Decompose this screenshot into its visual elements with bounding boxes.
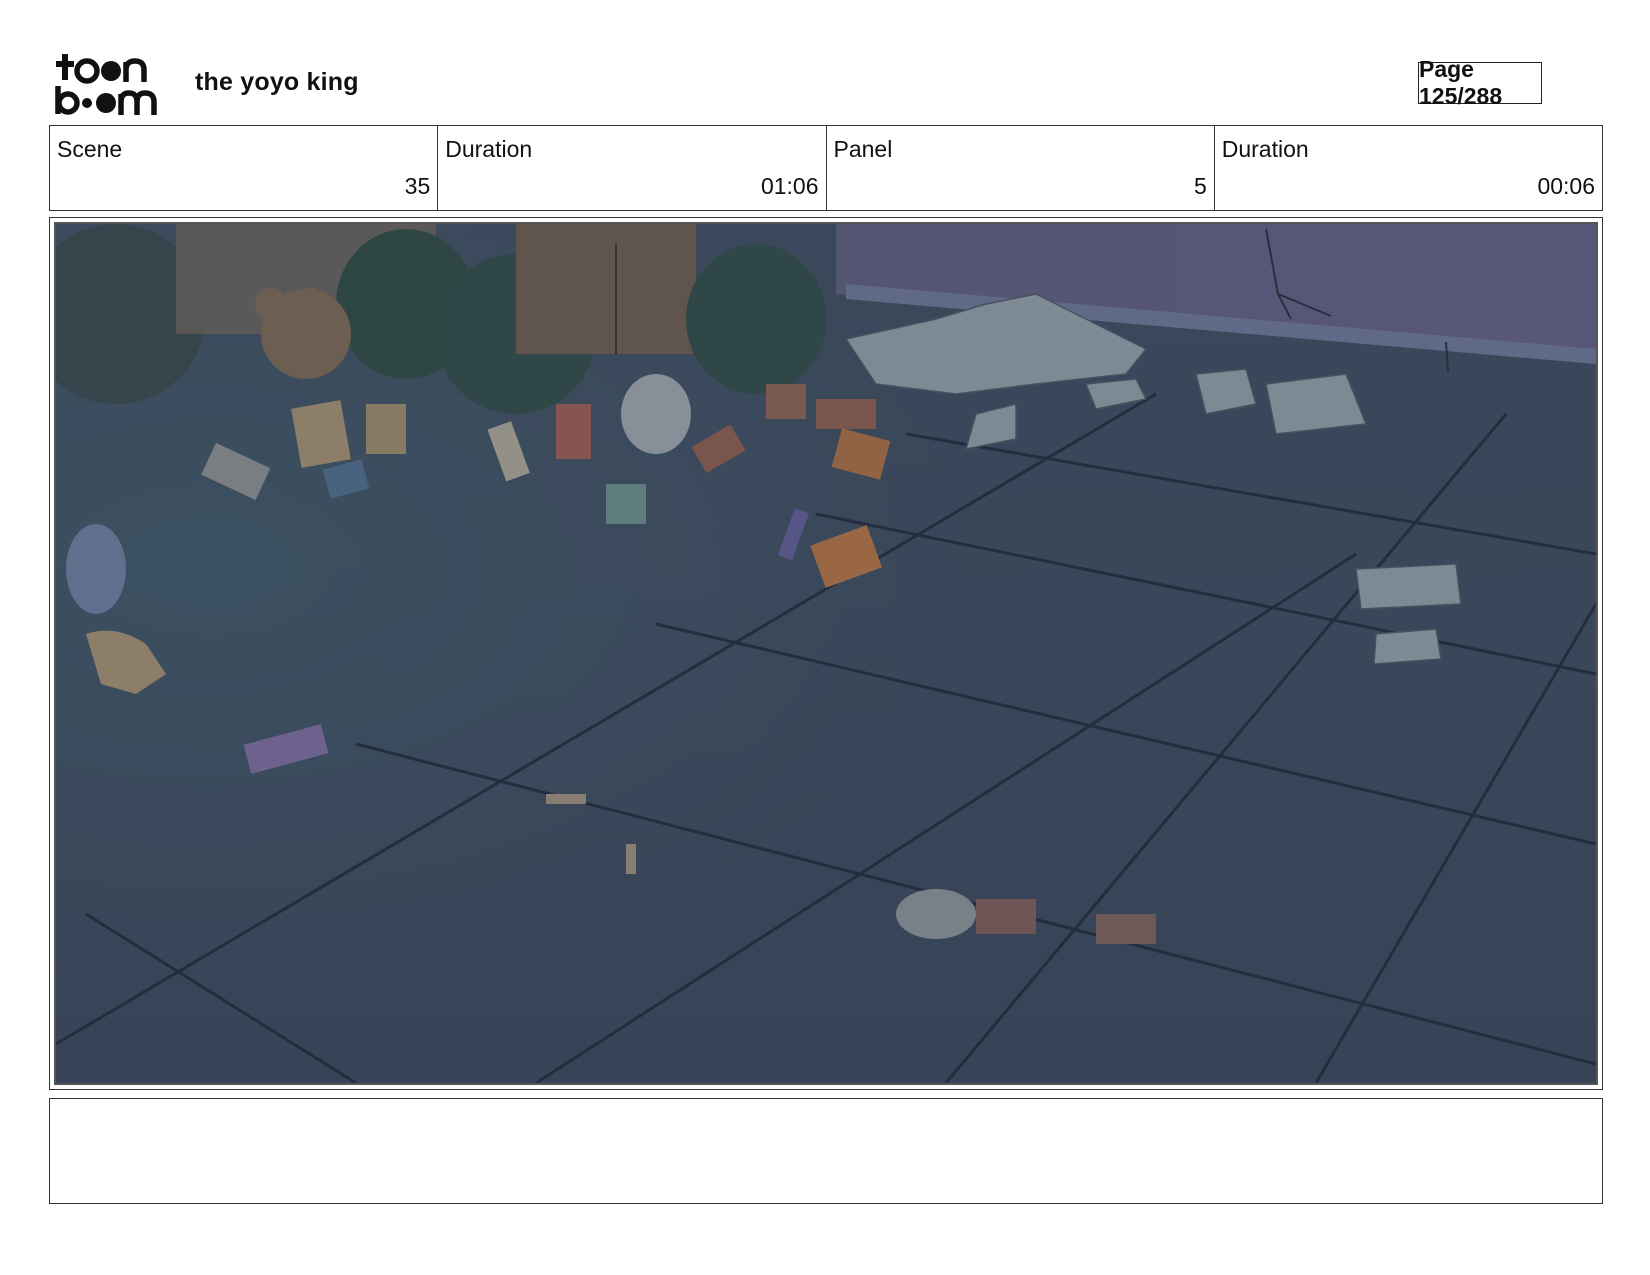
storyboard-panel-image [54,222,1598,1085]
panel-label: Panel [833,136,893,162]
scene-info-table: Scene 35 Duration 01:06 Panel 5 Duration… [49,125,1603,211]
scene-duration-value: 01:06 [760,173,819,199]
project-title: the yoyo king [195,68,359,96]
scene-duration-cell: Duration 01:06 [438,126,827,210]
scene-value: 35 [404,173,431,199]
panel-duration-label: Duration [1221,136,1309,162]
scene-duration-label: Duration [445,136,533,162]
panel-frame [49,217,1603,1090]
panel-cell: Panel 5 [827,126,1215,210]
page-number-box: Page 125/288 [1418,56,1542,109]
panel-duration-value: 00:06 [1537,173,1595,199]
scene-label: Scene [57,136,123,162]
toonboom-logo [54,52,172,116]
panel-value: 5 [1193,173,1207,199]
panel-notes-box [49,1098,1603,1204]
scene-cell: Scene 35 [50,126,439,210]
panel-duration-cell: Duration 00:06 [1215,126,1602,210]
